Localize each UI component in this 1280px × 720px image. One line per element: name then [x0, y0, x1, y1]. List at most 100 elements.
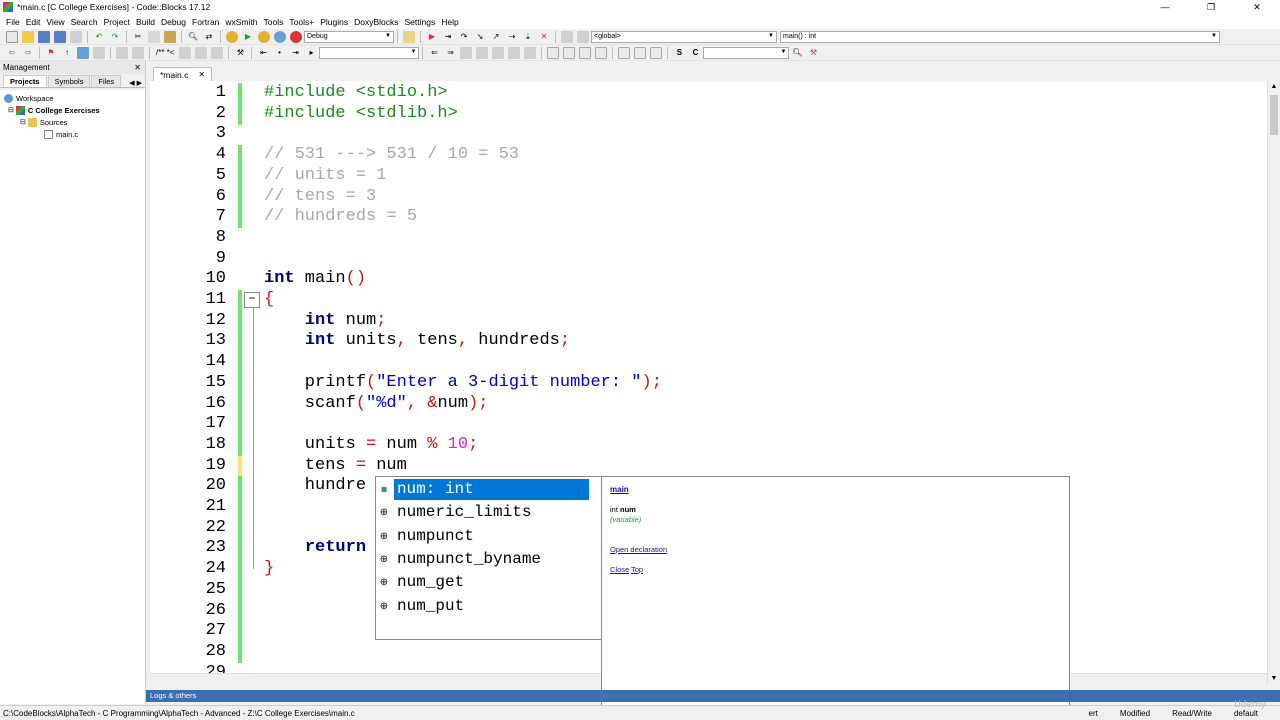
find-select-icon[interactable] [492, 46, 505, 59]
build-target-select[interactable]: Debug ▼ [304, 30, 394, 43]
open-declaration-link[interactable]: Open declaration [610, 545, 667, 554]
fold-toggle-icon[interactable]: − [244, 292, 260, 308]
code-line[interactable]: 15 printf("Enter a 3-digit number: "); [150, 372, 1267, 394]
tab-projects[interactable]: Projects [3, 75, 47, 87]
doxy-run-icon[interactable] [195, 46, 208, 59]
code-line[interactable]: 1 #include <stdio.h> [150, 83, 1267, 104]
menu-doxyblocks[interactable]: DoxyBlocks [352, 17, 402, 27]
autocomplete-item[interactable]: ⊕ numpunct [376, 525, 589, 548]
autocomplete-item[interactable]: ⊕ numeric_limits [376, 501, 589, 524]
build-icon[interactable] [226, 30, 238, 43]
doc-top-link[interactable]: Top [631, 565, 643, 574]
bookmark-icon[interactable]: ⚑ [45, 47, 57, 59]
arrow-right-icon[interactable]: ⇥ [289, 47, 301, 59]
function-select[interactable]: main() : int ▼ [780, 30, 1220, 43]
management-close-button[interactable]: ✕ [134, 63, 141, 72]
code-line[interactable]: 16 scanf("%d", &num); [150, 393, 1267, 415]
step-into-instruction-icon[interactable]: ⇣ [522, 31, 534, 43]
panel-3-icon[interactable] [650, 46, 663, 59]
symbol-settings-icon[interactable]: ⚒ [807, 47, 819, 59]
debug-info-icon[interactable] [403, 30, 415, 43]
symbol-s-icon[interactable]: S [673, 47, 685, 59]
find-next-icon[interactable]: ⇒ [444, 47, 456, 59]
code-line[interactable]: 5 // units = 1 [150, 165, 1267, 187]
logs-panel-header[interactable]: Logs & others [146, 690, 1280, 702]
block-toggle-icon[interactable] [579, 46, 592, 59]
abort-icon[interactable] [290, 30, 302, 43]
run-to-cursor-icon[interactable]: ⇥ [442, 31, 454, 43]
next-instruction-icon[interactable]: ⇢ [506, 31, 518, 43]
debug-start-icon[interactable]: ▶ [426, 31, 438, 43]
undo-icon[interactable]: ↶ [93, 31, 105, 43]
close-window-button[interactable]: ✕ [1234, 0, 1280, 14]
maximize-button[interactable]: ❐ [1188, 0, 1234, 14]
next-line-icon[interactable]: ↷ [458, 31, 470, 43]
doc-close-link[interactable]: Close [610, 565, 629, 574]
tab-close-button[interactable]: ✕ [198, 70, 205, 79]
marker-icon[interactable]: ▸ [305, 47, 317, 59]
scroll-up-icon[interactable]: ▲ [1268, 81, 1280, 93]
code-line[interactable]: 3 [150, 124, 1267, 145]
symbol-select[interactable]: ▼ [703, 46, 790, 59]
menu-wxsmith[interactable]: wxSmith [223, 17, 261, 27]
comment-block-button[interactable]: /** *< [156, 48, 174, 57]
debug-windows-icon[interactable] [561, 30, 573, 43]
tab-main-c[interactable]: *main.c ✕ [153, 67, 213, 81]
jump-back-icon[interactable]: ⇦ [6, 47, 18, 59]
print-icon[interactable] [70, 30, 82, 43]
code-line[interactable]: 14 [150, 352, 1267, 374]
clear-bookmarks-icon[interactable] [93, 46, 105, 59]
block-all-icon[interactable] [595, 46, 608, 59]
tab-symbols[interactable]: Symbols [47, 75, 91, 87]
code-line[interactable]: 9 [150, 249, 1267, 270]
minimize-button[interactable]: — [1142, 0, 1188, 14]
scroll-thumb[interactable] [1270, 95, 1278, 135]
run-icon[interactable]: ▶ [242, 31, 254, 43]
panel-icon[interactable] [618, 46, 631, 59]
editor-vertical-scrollbar[interactable]: ▲ ▼ [1267, 81, 1280, 685]
code-line[interactable]: 8 [150, 228, 1267, 249]
code-search-select[interactable]: ▼ [319, 46, 420, 59]
open-file-icon[interactable] [22, 30, 34, 43]
autocomplete-item[interactable]: ⊕ num_put [376, 595, 589, 618]
rebuild-icon[interactable] [274, 30, 286, 43]
step-out-icon[interactable]: ↗ [490, 31, 502, 43]
symbol-c-icon[interactable]: C [689, 47, 701, 59]
menu-search[interactable]: Search [69, 17, 102, 27]
find-icon[interactable]: 🔍︎ [187, 31, 199, 43]
find-match-icon[interactable] [476, 46, 489, 59]
code-line[interactable]: 6 // tens = 3 [150, 186, 1267, 208]
autocomplete-item[interactable]: ⊕ num_get [376, 571, 589, 594]
code-line[interactable]: 7 // hundreds = 5 [150, 207, 1267, 229]
stop-debugger-icon[interactable]: ✕ [538, 31, 550, 43]
menu-debug[interactable]: Debug [159, 17, 190, 27]
collapse-icon[interactable]: ⊟ [20, 118, 26, 126]
menu-fortran[interactable]: Fortran [190, 17, 223, 27]
code-line[interactable]: 10 int main() [150, 269, 1267, 290]
code-line[interactable]: 4 // 531 ---> 531 / 10 = 53 [150, 145, 1267, 167]
menu-settings[interactable]: Settings [403, 17, 440, 27]
tree-folder-sources[interactable]: ⊟ Sources [0, 116, 145, 128]
redo-icon[interactable]: ↷ [109, 31, 121, 43]
tab-files[interactable]: Files [91, 75, 122, 87]
doxy-html-icon[interactable] [211, 46, 224, 59]
autocomplete-item[interactable]: ⊕ numpunct_byname [376, 548, 589, 571]
tab-scroll-icon[interactable]: ◀ ▶ [129, 79, 142, 87]
regex-icon[interactable] [524, 46, 537, 59]
tree-project[interactable]: ⊟ C College Exercises [0, 104, 145, 116]
new-file-icon[interactable] [6, 30, 18, 43]
collapse-icon[interactable]: ⊟ [8, 106, 14, 114]
scroll-down-icon[interactable]: ▼ [1268, 673, 1280, 685]
tree-file-main[interactable]: main.c [0, 128, 145, 140]
tree-workspace[interactable]: Workspace [0, 92, 145, 104]
save-all-icon[interactable] [54, 30, 66, 43]
code-line[interactable]: 2 #include <stdlib.h> [150, 103, 1267, 125]
wrench-icon[interactable]: ⚒ [234, 47, 246, 59]
block-unselect-icon[interactable] [563, 46, 576, 59]
comment-line-icon[interactable] [179, 46, 192, 59]
menu-file[interactable]: File [4, 17, 24, 27]
doxy-wizard-icon[interactable] [116, 46, 128, 59]
menu-project[interactable]: Project [102, 17, 134, 27]
find-prev-icon[interactable]: ⇐ [428, 47, 440, 59]
debug-info-window-icon[interactable] [577, 30, 589, 43]
